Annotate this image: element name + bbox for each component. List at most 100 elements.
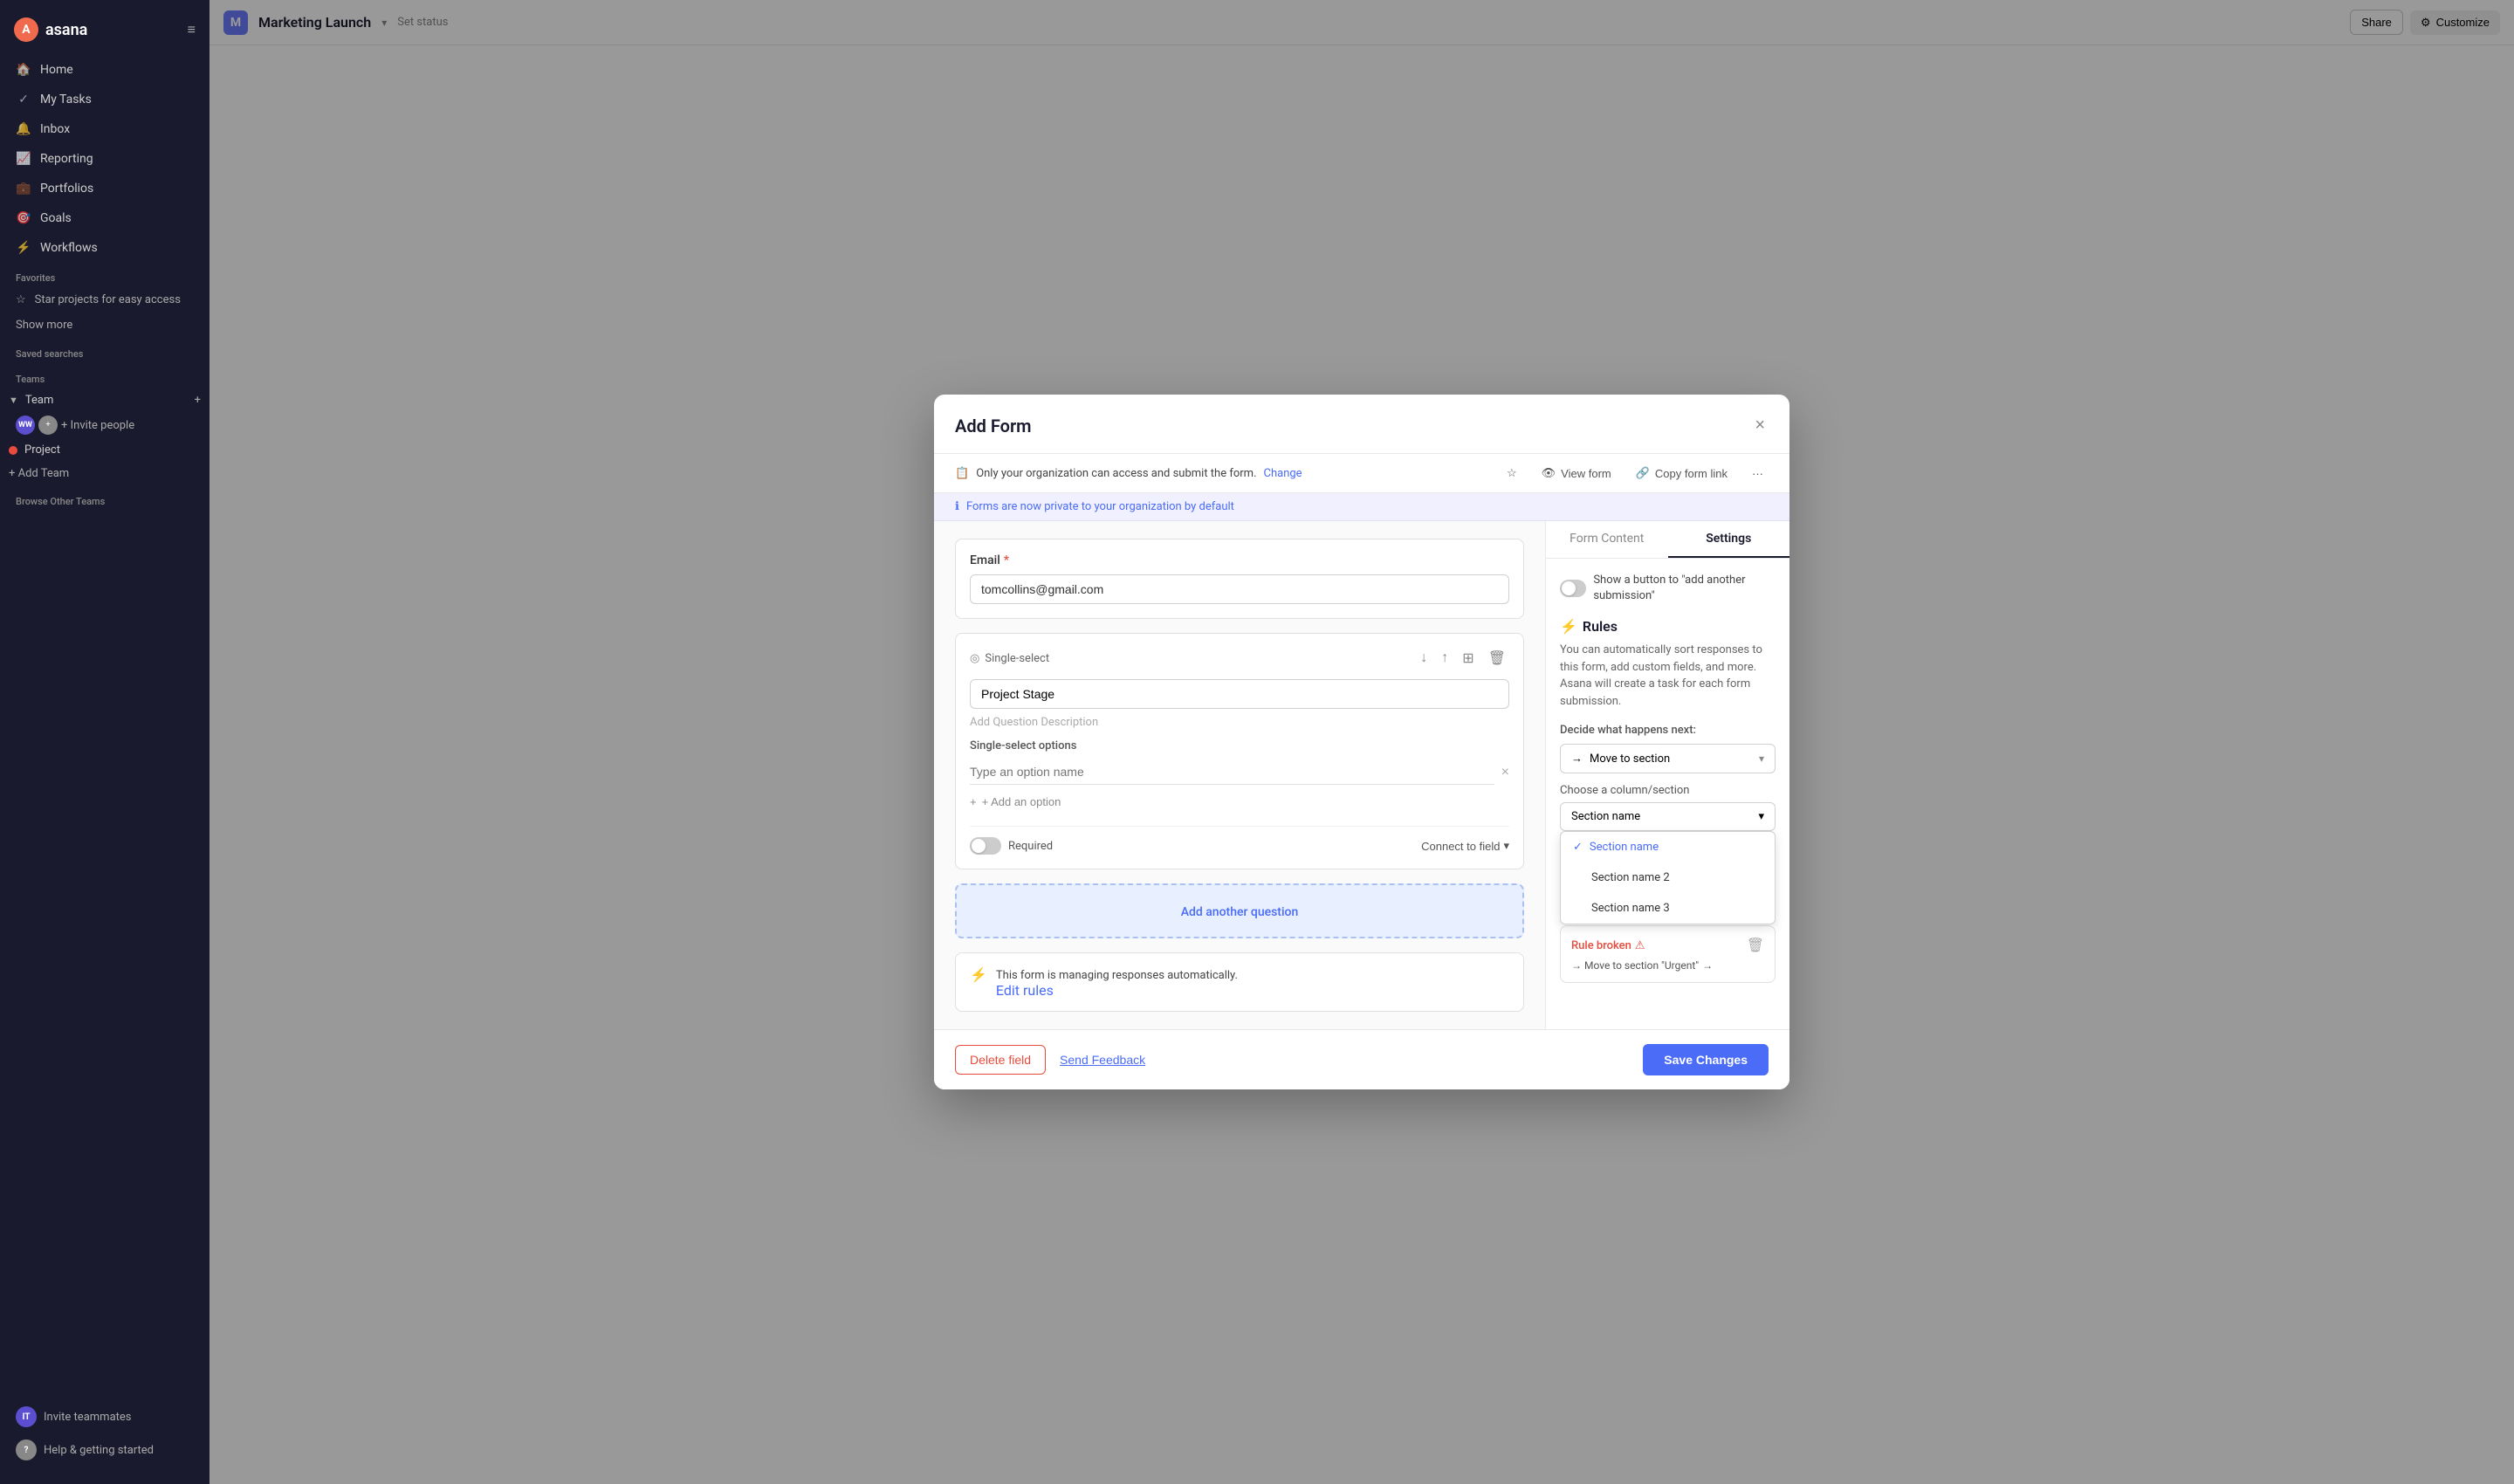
dropdown-value: → Move to section bbox=[1571, 752, 1670, 766]
add-submission-toggle[interactable] bbox=[1560, 580, 1586, 597]
connect-chevron-icon: ▾ bbox=[1503, 839, 1509, 853]
delete-question-button[interactable]: 🗑 bbox=[1485, 648, 1509, 669]
ellipsis-icon: ··· bbox=[1752, 467, 1763, 480]
tab-form-content[interactable]: Form Content bbox=[1546, 521, 1668, 558]
sidebar-bottom: IT Invite teammates ? Help & getting sta… bbox=[0, 1393, 210, 1474]
view-form-button[interactable]: 👁 View form bbox=[1536, 463, 1617, 484]
tab-settings[interactable]: Settings bbox=[1668, 521, 1790, 558]
help-avatar: ? bbox=[16, 1439, 37, 1460]
team-avatar-1: WW bbox=[16, 416, 35, 435]
add-option-button[interactable]: + + Add an option bbox=[970, 792, 1061, 812]
sidebar-item-my-tasks[interactable]: ✓ My Tasks bbox=[7, 86, 203, 113]
section-dropdown: Section name ▾ ✓ Section name bbox=[1560, 802, 1776, 831]
required-toggle-row: Required bbox=[970, 837, 1053, 855]
team-chevron-icon: ▼ bbox=[9, 395, 18, 406]
teams-label: Teams bbox=[0, 363, 210, 388]
move-down-button[interactable]: ↓ bbox=[1417, 649, 1431, 668]
settings-panel: Form Content Settings Show a button t bbox=[1545, 521, 1789, 1029]
question-title-input[interactable] bbox=[970, 679, 1509, 709]
settings-tabs: Form Content Settings bbox=[1546, 521, 1789, 559]
option-input[interactable] bbox=[970, 759, 1494, 785]
team-avatars: WW + + Invite people bbox=[0, 412, 210, 438]
team-avatar-2: + bbox=[38, 416, 58, 435]
section-option-2[interactable]: Section name 2 bbox=[1561, 862, 1775, 893]
form-area: Email * ◎ Single-select bbox=[934, 521, 1545, 1029]
modal-overlay: Add Form × 📋 Only your organization can … bbox=[210, 0, 2514, 1484]
move-up-button[interactable]: ↑ bbox=[1438, 649, 1452, 668]
question-card-header: ◎ Single-select ↓ ↑ ⊞ 🗑 bbox=[970, 648, 1509, 669]
section-label: Choose a column/section bbox=[1560, 784, 1776, 797]
team-item[interactable]: ▼ Team + bbox=[0, 388, 210, 412]
sidebar-item-portfolios[interactable]: 💼 Portfolios bbox=[7, 175, 203, 203]
inbox-icon: 🔔 bbox=[16, 121, 31, 137]
sidebar-nav: 🏠 Home ✓ My Tasks 🔔 Inbox 📈 Reporting 💼 … bbox=[0, 56, 210, 262]
rule-section-action: → Move to section "Urgent" → bbox=[1571, 959, 1764, 972]
decide-label: Decide what happens next: bbox=[1560, 724, 1776, 737]
section-option-1[interactable]: ✓ Section name bbox=[1561, 832, 1775, 862]
options-label: Single-select options bbox=[970, 739, 1509, 752]
email-input[interactable] bbox=[970, 574, 1509, 604]
section-dropdown-menu: ✓ Section name Section name 2 Section na bbox=[1560, 831, 1776, 924]
send-feedback-button[interactable]: Send Feedback bbox=[1060, 1053, 1145, 1067]
eye-icon: 👁 bbox=[1542, 466, 1556, 480]
email-field-label: Email * bbox=[970, 553, 1509, 567]
question-desc-placeholder[interactable]: Add Question Description bbox=[970, 716, 1509, 729]
rule-2-delete-button[interactable]: 🗑 bbox=[1747, 937, 1764, 954]
rule-arrow-icon: → bbox=[1702, 959, 1713, 972]
edit-rules-link[interactable]: Edit rules bbox=[996, 982, 1054, 999]
move-to-section-dropdown[interactable]: → Move to section ▾ bbox=[1560, 744, 1776, 773]
sidebar-item-reporting[interactable]: 📈 Reporting bbox=[7, 145, 203, 173]
invite-people-label[interactable]: + Invite people bbox=[61, 419, 134, 432]
modal-body: Email * ◎ Single-select bbox=[934, 521, 1789, 1029]
add-question-button[interactable]: Add another question bbox=[955, 883, 1524, 938]
clear-option-button[interactable]: × bbox=[1501, 765, 1509, 780]
rules-lightning-icon: ⚡ bbox=[1560, 618, 1577, 635]
change-link[interactable]: Change bbox=[1264, 467, 1302, 480]
connect-field-button[interactable]: Connect to field ▾ bbox=[1421, 839, 1509, 853]
sidebar-item-goals[interactable]: 🎯 Goals bbox=[7, 204, 203, 232]
sidebar-item-workflows[interactable]: ⚡ Workflows bbox=[7, 234, 203, 262]
question-footer: Required Connect to field ▾ bbox=[970, 826, 1509, 855]
required-toggle[interactable] bbox=[970, 837, 1001, 855]
auto-manage-icon: ⚡ bbox=[970, 966, 987, 983]
modal-header: Add Form × bbox=[934, 395, 1789, 454]
invite-avatar: IT bbox=[16, 1406, 37, 1427]
hamburger-icon[interactable]: ≡ bbox=[188, 21, 196, 38]
sidebar-logo: A asana ≡ bbox=[0, 10, 210, 56]
sidebar-item-inbox[interactable]: 🔔 Inbox bbox=[7, 115, 203, 143]
delete-field-button[interactable]: Delete field bbox=[955, 1045, 1046, 1075]
duplicate-button[interactable]: ⊞ bbox=[1459, 648, 1477, 669]
settings-content: Show a button to "add another submission… bbox=[1546, 559, 1789, 1004]
copy-link-button[interactable]: 🔗 Copy form link bbox=[1631, 463, 1733, 484]
star-projects-item[interactable]: ☆ Star projects for easy access bbox=[0, 287, 210, 313]
rules-header: ⚡ Rules bbox=[1560, 618, 1776, 635]
auto-manage-text-block: This form is managing responses automati… bbox=[996, 965, 1238, 999]
broken-icon: ⚠ bbox=[1635, 939, 1645, 952]
project-item[interactable]: Project bbox=[0, 438, 210, 462]
invite-teammates-item[interactable]: IT Invite teammates bbox=[7, 1400, 203, 1433]
add-team-button[interactable]: + Add Team bbox=[0, 462, 210, 485]
favorites-label: Favorites bbox=[0, 262, 210, 287]
add-submission-toggle-row: Show a button to "add another submission… bbox=[1560, 573, 1776, 604]
show-more-item[interactable]: Show more bbox=[0, 313, 210, 338]
section-option-3[interactable]: Section name 3 bbox=[1561, 893, 1775, 924]
modal-close-button[interactable]: × bbox=[1751, 412, 1769, 439]
section-dropdown-button[interactable]: Section name ▾ bbox=[1560, 802, 1776, 831]
help-item[interactable]: ? Help & getting started bbox=[7, 1433, 203, 1467]
modal-title: Add Form bbox=[955, 416, 1032, 436]
rule-broken-label: Rule broken ⚠ bbox=[1571, 939, 1645, 952]
question-actions: ↓ ↑ ⊞ 🗑 bbox=[1417, 648, 1509, 669]
add-member-button[interactable]: + bbox=[195, 394, 201, 407]
save-changes-button[interactable]: Save Changes bbox=[1643, 1044, 1769, 1075]
single-select-card: ◎ Single-select ↓ ↑ ⊞ 🗑 Add Question bbox=[955, 633, 1524, 869]
sidebar-item-home[interactable]: 🏠 Home bbox=[7, 56, 203, 84]
plus-icon: + bbox=[970, 795, 977, 808]
question-type-label: ◎ Single-select bbox=[970, 652, 1049, 665]
auto-manage-card: ⚡ This form is managing responses automa… bbox=[955, 952, 1524, 1012]
star-form-button[interactable]: ☆ bbox=[1501, 463, 1522, 484]
link-icon: 🔗 bbox=[1636, 466, 1650, 480]
star-icon: ☆ bbox=[16, 293, 26, 306]
more-options-button[interactable]: ··· bbox=[1747, 464, 1769, 484]
footer-left: Delete field Send Feedback bbox=[955, 1045, 1145, 1075]
portfolios-icon: 💼 bbox=[16, 181, 31, 196]
